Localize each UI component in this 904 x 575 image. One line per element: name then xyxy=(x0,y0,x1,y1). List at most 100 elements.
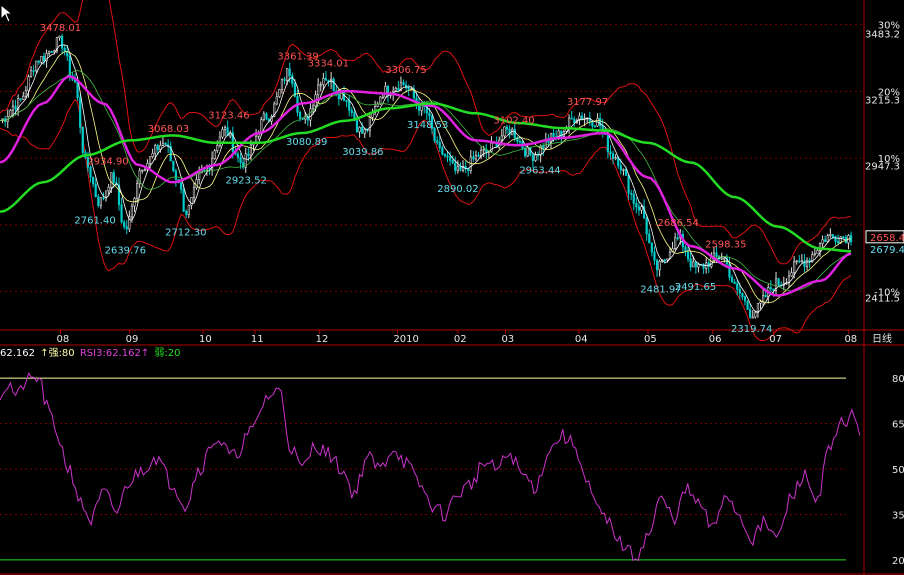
candle-body xyxy=(311,105,315,109)
candle-body xyxy=(291,75,294,84)
candle-body xyxy=(9,109,12,117)
candle-body xyxy=(340,91,343,100)
candle-body xyxy=(467,168,470,172)
candle-body xyxy=(332,78,335,92)
candle-body xyxy=(92,176,95,185)
price-annotation: 2639.76 xyxy=(105,245,146,256)
candle-body xyxy=(723,257,726,260)
candle-body xyxy=(35,60,38,72)
candle-body xyxy=(689,258,692,268)
candle-body xyxy=(813,253,816,256)
x-tick-label: 06 xyxy=(709,334,722,345)
candle-body xyxy=(531,154,534,161)
candle-body xyxy=(632,193,635,204)
candle-body xyxy=(443,153,447,157)
candle-body xyxy=(355,120,359,133)
price-axis-label: 2947.3 xyxy=(865,162,900,173)
candle-body xyxy=(635,203,638,208)
rsi-axis-label: 80 xyxy=(892,374,904,385)
candle-body xyxy=(795,260,798,263)
candle-body xyxy=(236,153,240,158)
candle-body xyxy=(842,236,845,239)
candle-body xyxy=(58,35,61,39)
candle-body xyxy=(831,234,835,237)
bollinger-lower xyxy=(0,99,852,342)
candle-body xyxy=(829,234,832,236)
candle-body xyxy=(76,81,79,98)
candle-body xyxy=(407,87,410,90)
candle-body xyxy=(428,112,431,117)
candle-body xyxy=(630,192,633,195)
candle-body xyxy=(477,154,480,157)
candle-body xyxy=(79,97,82,128)
candle-body xyxy=(278,89,281,98)
candle-body xyxy=(637,206,641,211)
candle-body xyxy=(112,172,115,183)
candle-body xyxy=(358,127,361,133)
candle-body xyxy=(720,257,723,260)
ma-mid-line xyxy=(0,75,852,297)
candle-body xyxy=(107,187,110,192)
candle-body xyxy=(472,156,475,160)
price-annotations: 3478.01 2761.40 2639.76 2934.90 3068.03 2712.… xyxy=(40,23,773,335)
candle-body xyxy=(821,239,824,244)
candle-body xyxy=(182,189,185,212)
candle-body xyxy=(570,117,573,120)
candle-body xyxy=(11,105,15,111)
candle-body xyxy=(694,261,697,268)
candle-body xyxy=(715,252,718,257)
candle-body xyxy=(759,301,762,304)
candle-body xyxy=(573,118,576,124)
candle-body xyxy=(42,56,46,62)
candle-body xyxy=(552,132,555,137)
candle-body xyxy=(348,100,351,111)
candle-body xyxy=(686,251,690,260)
candle-body xyxy=(317,84,320,96)
candle-body xyxy=(736,283,739,290)
candle-body xyxy=(190,197,193,206)
rsi-legend-partial: 62.162 xyxy=(0,348,35,359)
candle-body xyxy=(803,260,806,267)
candle-body xyxy=(125,226,128,230)
bollinger-upper xyxy=(0,0,852,265)
price-annotation: 2963.44 xyxy=(519,166,560,177)
rsi-axis-label: 35 xyxy=(892,510,904,521)
candle-body xyxy=(454,162,457,171)
candle-body xyxy=(805,259,809,267)
candle-body xyxy=(816,250,819,254)
candle-body xyxy=(198,172,201,180)
candle-body xyxy=(441,147,444,155)
candle-body xyxy=(22,95,25,100)
price-annotation: 3177.97 xyxy=(567,97,608,108)
rsi-line xyxy=(0,372,861,562)
stock-chart-window: 30% 3483.2 20% 3215.3 10% 2947.3 -10% 2411.5 347… xyxy=(0,0,904,575)
current-price-alt-label: 2679.4 xyxy=(870,245,904,256)
candle-body xyxy=(104,190,108,199)
candle-body xyxy=(697,264,700,268)
rsi-axis-label: 20 xyxy=(892,556,904,567)
candle-body xyxy=(275,96,278,105)
x-tick-label: 07 xyxy=(769,334,782,345)
candle-body xyxy=(216,144,219,152)
candle-body xyxy=(761,295,765,302)
candle-body xyxy=(741,292,744,297)
candle-body xyxy=(265,113,268,120)
candle-body xyxy=(567,117,571,128)
candle-body xyxy=(97,196,100,206)
candle-body xyxy=(580,115,584,120)
rsi-axis-label: 65 xyxy=(892,420,904,431)
x-tick-label: 02 xyxy=(454,334,467,345)
candle-body xyxy=(738,288,741,294)
candle-body xyxy=(793,261,796,274)
candle-body xyxy=(710,257,713,267)
candle-body xyxy=(185,210,188,215)
candle-body xyxy=(148,156,152,164)
price-annotation: 3102.40 xyxy=(493,115,534,126)
candle-body xyxy=(746,300,749,310)
candle-body xyxy=(800,260,803,263)
candle-body xyxy=(606,134,609,152)
candle-body xyxy=(777,278,780,286)
chart-canvas[interactable]: 30%3483.220%3215.310%2947.3-10%2411.5347… xyxy=(0,0,904,575)
candle-body xyxy=(350,110,353,114)
price-annotation: 2934.90 xyxy=(87,157,128,168)
